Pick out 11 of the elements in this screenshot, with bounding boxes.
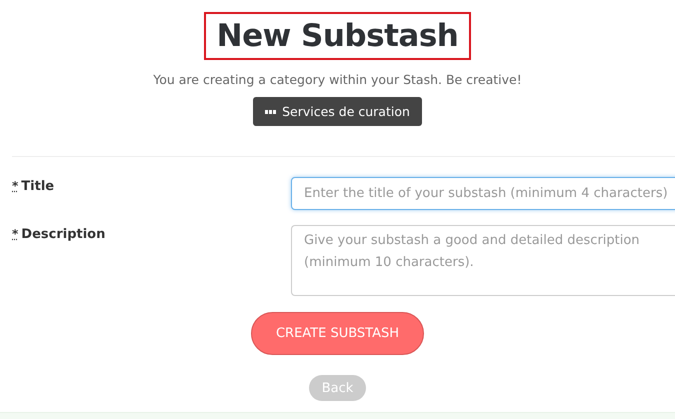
- required-mark: *: [12, 179, 18, 193]
- field-label: Title: [21, 179, 54, 194]
- subtitle: You are creating a category within your Stash. Be creative!: [153, 72, 522, 87]
- field-label: Description: [21, 227, 106, 242]
- input-field[interactable]: Enter the title of your substash (minimum 4 characters): [291, 177, 675, 210]
- textarea-field[interactable]: Give your substash a good and detailed description (minimum 10 characters).: [291, 225, 675, 296]
- required-mark: *: [12, 227, 18, 241]
- page-title: New Substash: [204, 12, 472, 60]
- dots-icon: [265, 110, 276, 114]
- create-button[interactable]: CREATE SUBSTASH: [250, 312, 424, 355]
- category-button[interactable]: Services de curation: [253, 97, 422, 126]
